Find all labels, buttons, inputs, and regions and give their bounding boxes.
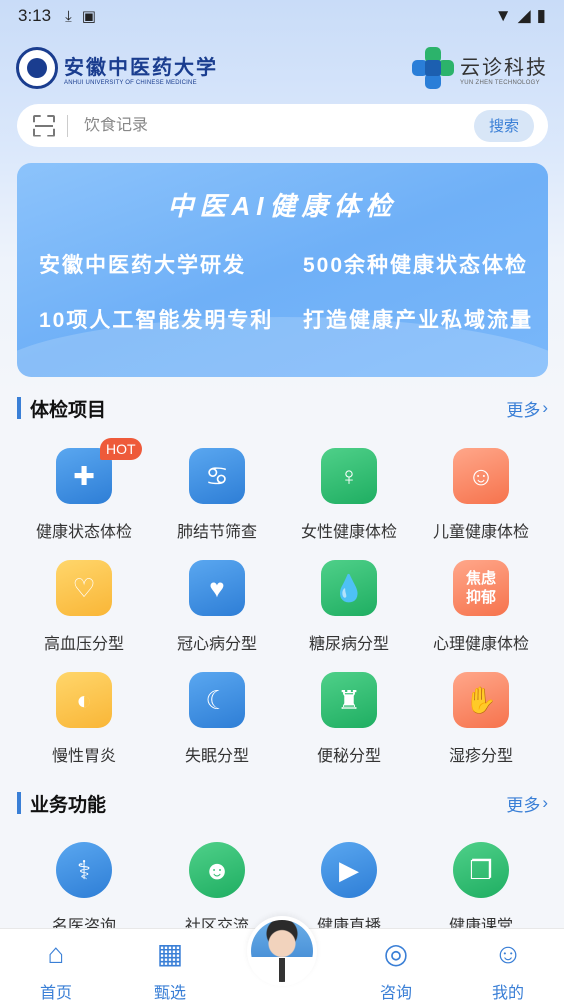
hand-icon: ✋: [453, 672, 509, 728]
exam-section-header: 体检项目 更多 ›: [17, 395, 548, 421]
shop-icon: ▦: [156, 938, 184, 969]
university-seal-icon: [16, 47, 58, 89]
battery-icon: ▮: [536, 6, 546, 25]
exam-item-child-health[interactable]: ☺ 儿童健康体检: [415, 448, 547, 544]
exam-item-coronary[interactable]: ♥ 冠心病分型: [151, 560, 283, 656]
university-name-en: ANHUI UNIVERSITY OF CHINESE MEDICINE: [64, 79, 197, 86]
exam-item-label: 儿童健康体检: [432, 524, 529, 541]
exam-item-label: 湿疹分型: [448, 748, 513, 765]
book-icon: ❐: [453, 842, 509, 898]
exam-item-lung-nodule[interactable]: ♋ 肺结节筛查: [151, 448, 283, 544]
video-icon: ▶: [321, 842, 377, 898]
brand-name-en: YUN ZHEN TECHNOLOGY: [460, 79, 540, 86]
chat-icon: ◎: [383, 938, 409, 969]
exam-item-gastritis[interactable]: ◐ 慢性胃炎: [18, 672, 150, 768]
banner-line2-right: 打造健康产业私域流量: [303, 309, 533, 332]
status-bar: 3:13 ⤓ ▣ ▼ ◢ ▮: [0, 0, 564, 32]
notification-icon: ▣: [81, 8, 96, 25]
exam-item-hypertension[interactable]: ♡ 高血压分型: [18, 560, 150, 656]
health-check-icon: ✚ HOT: [56, 438, 142, 504]
section-accent-bar: [17, 792, 21, 814]
center-doctor-avatar[interactable]: [247, 916, 317, 986]
exam-section-title: 体检项目: [30, 399, 107, 421]
tab-label: 首页: [39, 985, 72, 1002]
brand-logo: 云诊科技 YUN ZHEN TECHNOLOGY: [412, 47, 548, 89]
exam-item-eczema[interactable]: ✋ 湿疹分型: [415, 672, 547, 768]
exam-item-label: 健康状态体检: [35, 524, 132, 541]
tab-mine[interactable]: ☺ 我的: [468, 937, 548, 1003]
exam-item-label: 心理健康体检: [432, 636, 529, 653]
tab-label: 咨询: [379, 985, 412, 1002]
scan-icon[interactable]: [33, 115, 55, 137]
brand-name: 云诊科技: [460, 56, 548, 79]
tab-label: 我的: [491, 985, 524, 1002]
exam-item-insomnia[interactable]: ☾ 失眠分型: [151, 672, 283, 768]
tab-consult[interactable]: ◎ 咨询: [356, 937, 436, 1003]
chevron-right-icon: ›: [542, 793, 548, 812]
tab-label: 甄选: [153, 985, 186, 1002]
chevron-right-icon: ›: [542, 398, 548, 417]
drop-icon: 💧: [321, 560, 377, 616]
banner-line1-right: 500余种健康状态体检: [303, 254, 529, 277]
exam-more-label: 更多: [506, 400, 541, 420]
home-icon: ⌂: [47, 938, 65, 969]
exam-item-label: 肺结节筛查: [176, 524, 257, 541]
community-icon: ☻: [189, 842, 245, 898]
tab-select[interactable]: ▦ 甄选: [130, 937, 210, 1003]
exam-item-constipation[interactable]: ♜ 便秘分型: [283, 672, 415, 768]
stethoscope-icon: ♡: [56, 560, 112, 616]
doctor-icon: ⚕: [56, 842, 112, 898]
search-divider: [67, 114, 68, 137]
exam-more-link[interactable]: 更多 ›: [506, 396, 548, 421]
exam-item-label: 失眠分型: [184, 748, 249, 765]
business-section-header: 业务功能 更多 ›: [17, 790, 548, 816]
exam-item-health-status[interactable]: ✚ HOT 健康状态体检: [18, 438, 150, 544]
business-item-classroom[interactable]: ❐ 健康课堂: [415, 842, 547, 938]
search-bar: 搜索: [17, 104, 548, 147]
exam-item-label: 高血压分型: [43, 636, 124, 653]
user-icon: ☺: [493, 938, 523, 969]
exam-item-label: 冠心病分型: [176, 636, 257, 653]
search-input[interactable]: [84, 116, 474, 135]
heart-icon: ♥: [189, 560, 245, 616]
app-header: 安徽中医药大学 ANHUI UNIVERSITY OF CHINESE MEDI…: [16, 44, 548, 92]
mind-icon: 焦虑 抑郁: [453, 560, 509, 616]
wifi-icon: ▼: [494, 6, 512, 25]
avatar: [251, 920, 313, 982]
business-more-link[interactable]: 更多 ›: [506, 791, 548, 816]
banner-line2-left: 10项人工智能发明专利: [39, 309, 274, 332]
stomach-icon: ◐: [56, 672, 112, 728]
exam-item-label: 糖尿病分型: [308, 636, 389, 653]
brand-mark-icon: [412, 47, 454, 89]
banner-line1-left: 安徽中医药大学研发: [39, 254, 246, 277]
child-icon: ☺: [453, 448, 509, 504]
exam-item-mental-health[interactable]: 焦虑 抑郁 心理健康体检: [415, 560, 547, 656]
sleep-icon: ☾: [189, 672, 245, 728]
exam-item-label: 便秘分型: [316, 748, 381, 765]
exam-item-label: 女性健康体检: [300, 524, 397, 541]
business-more-label: 更多: [506, 795, 541, 815]
search-button[interactable]: 搜索: [474, 109, 534, 142]
download-icon: ⤓: [65, 7, 72, 25]
section-accent-bar: [17, 397, 21, 419]
hot-badge: HOT: [100, 438, 142, 460]
business-item-doctor-consult[interactable]: ⚕ 名医咨询: [18, 842, 150, 938]
exam-item-label: 慢性胃炎: [51, 748, 116, 765]
status-time: 3:13: [18, 6, 52, 25]
banner-title: 中医AI健康体检: [167, 191, 398, 221]
toilet-icon: ♜: [321, 672, 377, 728]
exam-item-women-health[interactable]: ♀ 女性健康体检: [283, 448, 415, 544]
signal-icon: ◢: [517, 6, 531, 25]
exam-item-diabetes[interactable]: 💧 糖尿病分型: [283, 560, 415, 656]
woman-icon: ♀: [321, 448, 377, 504]
business-section-title: 业务功能: [30, 794, 107, 816]
university-logo: 安徽中医药大学 ANHUI UNIVERSITY OF CHINESE MEDI…: [16, 47, 218, 89]
promo-banner[interactable]: 中医AI健康体检 安徽中医药大学研发 500余种健康状态体检 10项人工智能发明…: [17, 163, 548, 377]
lungs-icon: ♋: [189, 448, 245, 504]
tab-home[interactable]: ⌂ 首页: [16, 937, 96, 1003]
university-name: 安徽中医药大学: [64, 54, 218, 79]
mind-icon-text: 焦虑 抑郁: [465, 570, 496, 606]
